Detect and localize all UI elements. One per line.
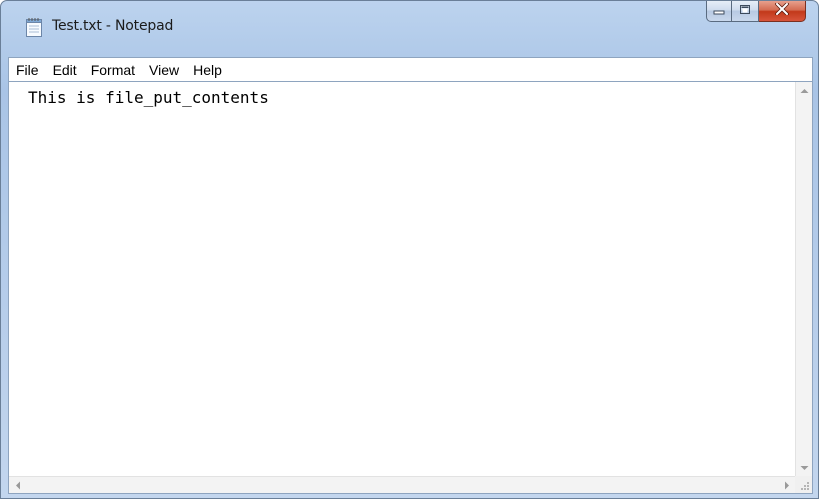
menu-format[interactable]: Format [84, 59, 142, 81]
title-bar[interactable]: Test.txt - Notepad [1, 1, 818, 51]
menu-help[interactable]: Help [186, 59, 229, 81]
close-button[interactable] [759, 1, 806, 22]
menu-edit[interactable]: Edit [46, 59, 84, 81]
scroll-left-arrow-icon[interactable] [9, 477, 26, 494]
text-editor[interactable]: This is file_put_contents [9, 82, 795, 476]
minimize-icon [713, 2, 725, 20]
scroll-right-arrow-icon[interactable] [778, 477, 795, 494]
close-icon [775, 2, 789, 20]
resize-grip-icon[interactable] [795, 476, 812, 493]
scroll-down-arrow-icon[interactable] [796, 459, 813, 476]
editor-pane: This is file_put_contents [8, 81, 813, 494]
window-title: Test.txt - Notepad [52, 18, 174, 34]
scroll-up-arrow-icon[interactable] [796, 82, 813, 99]
horizontal-scrollbar[interactable] [9, 476, 795, 493]
menu-bar: File Edit Format View Help [8, 57, 813, 81]
notepad-icon[interactable] [25, 17, 43, 37]
minimize-button[interactable] [706, 1, 732, 22]
caption-buttons [706, 1, 806, 26]
maximize-button[interactable] [732, 1, 759, 22]
menu-view[interactable]: View [142, 59, 186, 81]
menu-file[interactable]: File [9, 59, 46, 81]
notepad-window: Test.txt - Notepad File Edit Format View… [0, 0, 819, 499]
vertical-scrollbar[interactable] [795, 82, 812, 476]
maximize-icon [739, 2, 751, 20]
